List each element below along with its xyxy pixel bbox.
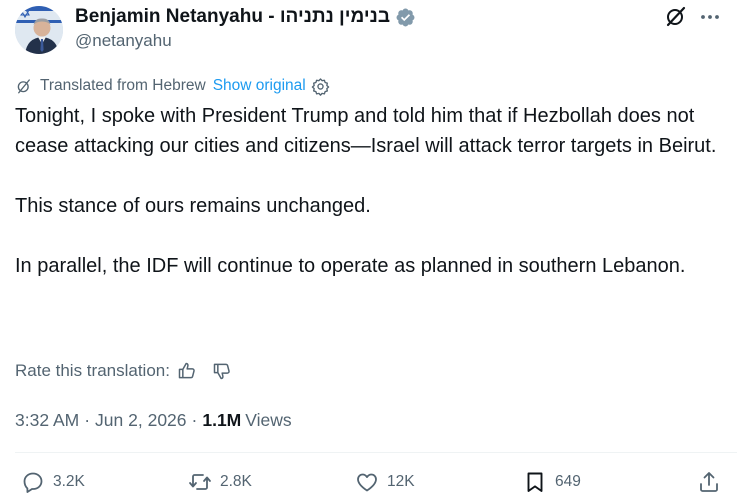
rate-translation-label: Rate this translation: — [15, 361, 170, 380]
meta-separator: · — [84, 409, 91, 430]
grok-icon[interactable] — [664, 5, 688, 29]
translated-from-label: Translated from Hebrew — [40, 77, 206, 94]
author-name-row[interactable]: Benjamin Netanyahu - בנימין נתניהו — [75, 5, 416, 29]
author-handle[interactable]: @netanyahu — [75, 31, 172, 51]
author-display-name[interactable]: Benjamin Netanyahu - בנימין נתניהו — [75, 6, 390, 28]
reply-count: 3.2K — [53, 473, 85, 490]
share-button[interactable] — [697, 468, 729, 496]
verified-badge-icon — [396, 8, 415, 26]
meta-separator: · — [191, 409, 198, 430]
bookmark-count: 649 — [555, 473, 581, 490]
thumbs-up-icon[interactable] — [177, 361, 197, 381]
bookmark-button[interactable]: 649 — [523, 468, 581, 496]
more-icon[interactable] — [698, 5, 722, 29]
divider — [15, 452, 737, 453]
repost-icon — [189, 474, 211, 490]
rate-translation: Rate this translation: — [15, 360, 232, 382]
share-icon — [700, 472, 718, 492]
post-paragraph: Tonight, I spoke with President Trump an… — [15, 105, 717, 157]
bookmark-icon — [527, 472, 543, 492]
like-count: 12K — [387, 473, 415, 490]
like-button[interactable]: 12K — [355, 468, 415, 496]
like-icon — [357, 473, 377, 492]
post-date[interactable]: Jun 2, 2026 — [95, 410, 186, 431]
views-count[interactable]: 1.1M — [202, 410, 241, 431]
translation-notice: Translated from Hebrew Show original — [15, 76, 330, 96]
translate-globe-icon — [17, 79, 30, 94]
post-paragraph: This stance of ours remains unchanged. — [15, 195, 371, 217]
reply-icon — [23, 472, 43, 493]
post-paragraph: In parallel, the IDF will continue to op… — [15, 255, 686, 277]
views-label: Views — [245, 409, 292, 430]
post-meta: 3:32 AM · Jun 2, 2026 · 1.1M Views — [15, 408, 292, 432]
settings-icon[interactable] — [311, 77, 330, 96]
thumbs-down-icon[interactable] — [212, 361, 232, 381]
avatar-image — [15, 6, 63, 54]
reply-button[interactable]: 3.2K — [21, 468, 85, 496]
avatar[interactable] — [15, 6, 63, 54]
repost-count: 2.8K — [220, 473, 252, 490]
post-time[interactable]: 3:32 AM — [15, 410, 79, 431]
show-original-link[interactable]: Show original — [213, 77, 306, 95]
repost-button[interactable]: 2.8K — [188, 468, 252, 496]
post-text: Tonight, I spoke with President Trump an… — [15, 101, 720, 281]
